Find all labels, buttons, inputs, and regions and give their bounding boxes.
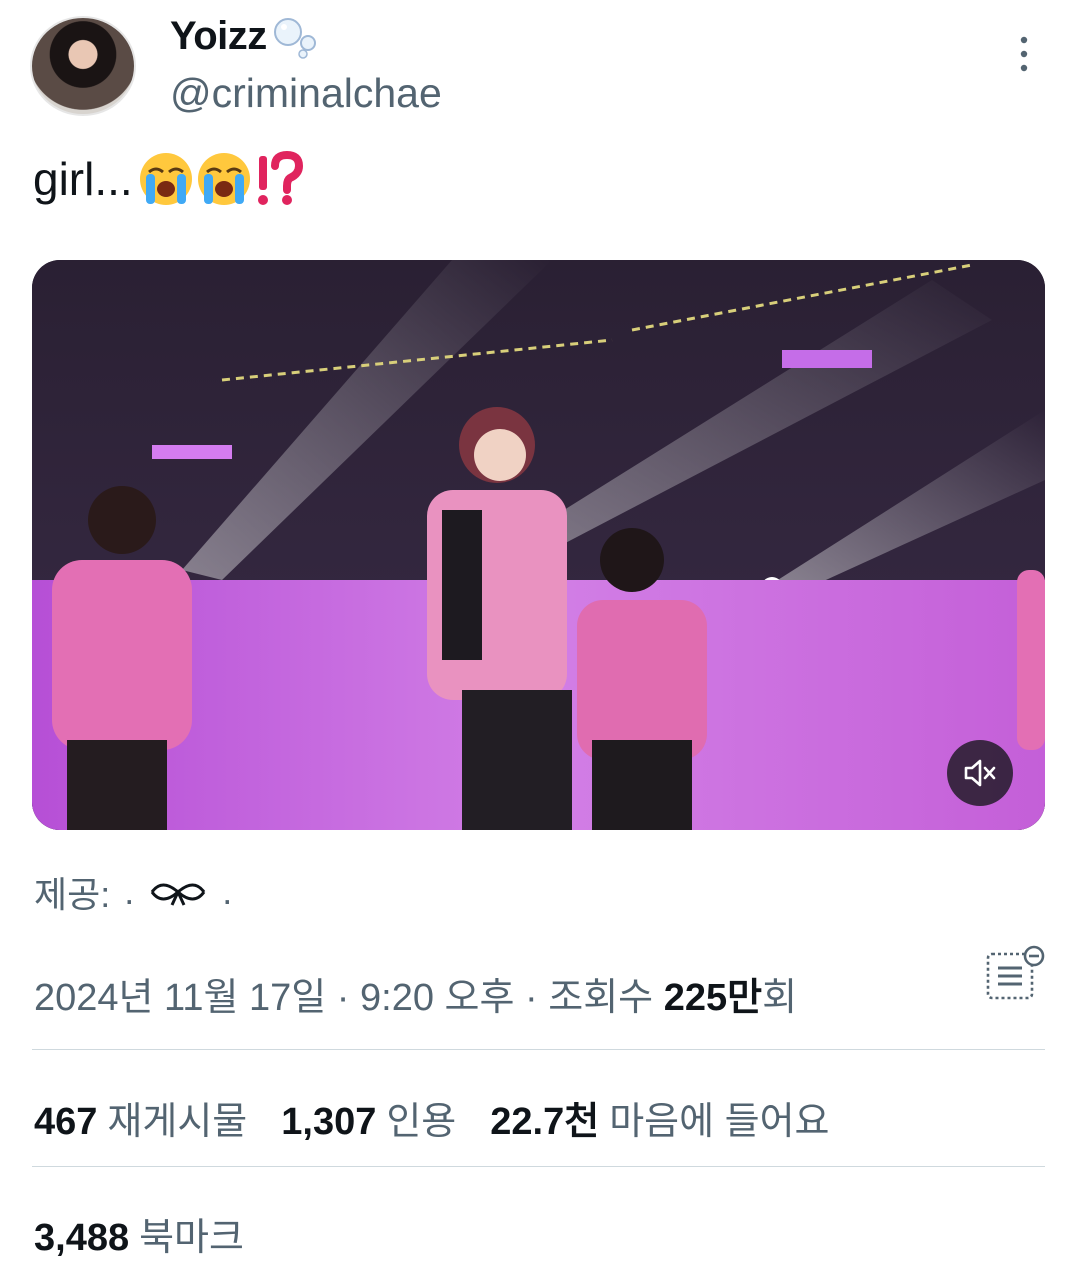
attribution-dot-right: . xyxy=(222,871,233,912)
divider xyxy=(32,1049,1045,1050)
reposts-stat[interactable]: 467 재게시물 xyxy=(34,1090,247,1145)
avatar[interactable] xyxy=(30,16,136,116)
tweet-date[interactable]: 2024년 11월 17일 xyxy=(34,977,326,1019)
bookmarks-count: 3,488 xyxy=(34,1217,130,1259)
muted-speaker-icon xyxy=(964,759,996,787)
meta-separator: · xyxy=(514,977,549,1019)
mute-button[interactable] xyxy=(947,740,1013,806)
views-count: 225만 xyxy=(664,977,762,1019)
quotes-stat[interactable]: 1,307 인용 xyxy=(281,1090,456,1145)
reposts-label: 재게시물 xyxy=(107,1101,248,1143)
loudly-crying-face-icon xyxy=(139,153,192,205)
quotes-label: 인용 xyxy=(386,1101,457,1143)
bookmarks-label: 북마크 xyxy=(139,1217,244,1259)
post-analytics-icon[interactable] xyxy=(984,944,1046,1004)
display-name-text: Yoizz xyxy=(170,14,267,58)
author-display-name[interactable]: Yoizz xyxy=(170,14,321,59)
likes-count: 22.7천 xyxy=(490,1101,600,1143)
divider xyxy=(32,1166,1045,1167)
attribution-dot-left: . xyxy=(124,871,135,912)
tweet-meta: 2024년 11월 17일 · 9:20 오후 · 조회수 225만회 xyxy=(34,966,797,1021)
attribution-prefix: 제공: xyxy=(34,874,111,915)
loudly-crying-face-icon xyxy=(197,153,250,205)
meta-separator: · xyxy=(326,977,361,1019)
tweet-text: girl... xyxy=(33,150,303,208)
author-handle[interactable]: @criminalchae xyxy=(170,70,442,117)
more-options-icon[interactable] xyxy=(1014,34,1034,74)
reposts-count: 467 xyxy=(34,1101,98,1143)
views-unit: 만 xyxy=(727,977,763,1019)
quotes-count: 1,307 xyxy=(281,1101,377,1143)
bubbles-icon xyxy=(273,17,316,59)
tweet-time[interactable]: 9:20 오후 xyxy=(360,977,514,1019)
tweet-video[interactable] xyxy=(32,260,1045,830)
views-suffix: 회 xyxy=(762,977,798,1019)
likes-stat[interactable]: 22.7천 마음에 들어요 xyxy=(490,1090,829,1145)
views-label: 조회수 xyxy=(548,977,654,1019)
media-attribution[interactable]: 제공: . . xyxy=(34,866,232,918)
engagement-stats: 467 재게시물 1,307 인용 22.7천 마음에 들어요 xyxy=(34,1090,830,1145)
likes-label: 마음에 들어요 xyxy=(609,1101,830,1143)
views-number: 225 xyxy=(663,977,728,1019)
video-frame xyxy=(32,260,1045,830)
bookmarks-stat[interactable]: 3,488 북마크 xyxy=(34,1206,244,1261)
exclamation-question-mark-icon xyxy=(257,150,303,205)
tweet-body: girl... xyxy=(33,153,133,205)
ribbon-icon xyxy=(151,883,206,906)
